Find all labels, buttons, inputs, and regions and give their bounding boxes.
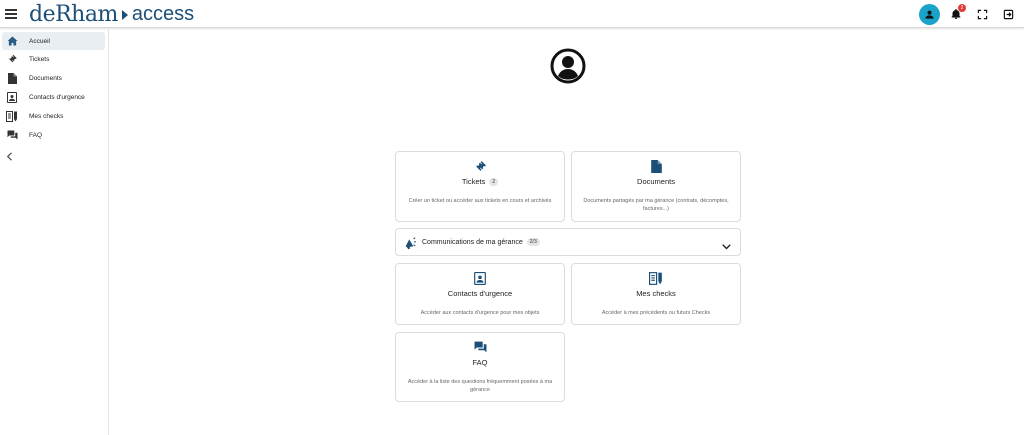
home-icon [5,35,19,47]
communications-label: Communications de ma gérance 2/3 [422,238,540,246]
profile-avatar-icon[interactable] [550,48,586,84]
sidebar-item-label: FAQ [29,131,43,139]
faq-card[interactable]: FAQ Accéder à la liste des questions fré… [395,332,565,402]
chat-bubbles-icon [5,129,19,141]
card-title-text: Contacts d'urgence [447,289,513,298]
checks-card-description: Accéder à mes précédents ou futurs Check… [601,310,711,316]
logo-brand: deRham [29,1,118,27]
menu-icon[interactable] [5,7,17,21]
checks-card-title: Mes checks [572,289,740,298]
user-icon [925,10,934,19]
communications-title: Communications de ma gérance [422,238,523,246]
top-actions: 2 [919,3,1018,25]
sidebar-item-label: Mes checks [29,112,64,120]
sidebar-item-label: Tickets [29,55,50,63]
contacts-urgence-card[interactable]: Contacts d'urgence Accéder aux contacts … [395,263,565,325]
faq-card-description: Accéder à la liste des questions fréquem… [407,379,553,393]
top-bar: deRham access 2 [0,0,1024,28]
fullscreen-button[interactable] [972,4,992,24]
chevron-down-icon[interactable] [722,238,732,250]
card-title-text: Mes checks [636,289,676,298]
sidebar-item-tickets[interactable]: Tickets [2,50,105,68]
mes-checks-card[interactable]: Mes checks Accéder à mes précédents ou f… [571,263,741,325]
sidebar-item-label: Contacts d'urgence [29,93,85,101]
communications-count-badge: 2/3 [526,238,540,246]
contacts-card-title: Contacts d'urgence [396,289,564,298]
documents-card-description: Documents partagés par ma gérance (contr… [583,198,729,212]
tickets-card[interactable]: Tickets 2 Créer un ticket ou accéder aux… [395,151,565,222]
sidebar-item-label: Documents [29,74,62,82]
logo-arrow-icon [121,10,128,20]
sidebar-item-label: Accueil [29,37,50,45]
user-avatar-button[interactable] [919,3,940,25]
megaphone-icon [403,236,417,250]
checklist-icon [572,272,740,285]
chevron-left-icon [6,152,12,161]
logout-icon [1003,9,1013,19]
sidebar-item-contacts-urgence[interactable]: Contacts d'urgence [2,88,105,106]
communications-accordion[interactable]: Communications de ma gérance 2/3 [395,228,741,256]
logo-product: access [131,2,195,25]
card-title-text: Tickets [461,177,486,186]
card-title-text: Documents [637,177,675,186]
document-icon [572,160,740,173]
ticket-icon [396,160,564,173]
notifications-button[interactable]: 2 [946,4,966,24]
logout-button[interactable] [998,4,1018,24]
sidebar: Accueil Tickets Documents Contacts d'urg… [0,29,109,435]
ticket-icon [5,53,19,65]
faq-card-title: FAQ [396,358,564,367]
tickets-count-badge: 2 [489,177,499,186]
sidebar-item-documents[interactable]: Documents [2,69,105,87]
card-title-text: FAQ [472,358,488,367]
contact-card-icon [396,272,564,285]
collapse-sidebar-button[interactable] [6,148,16,161]
contacts-card-description: Accéder aux contacts d'urgence pour mes … [420,310,540,316]
sidebar-item-faq[interactable]: FAQ [2,126,105,144]
documents-card[interactable]: Documents Documents partagés par ma géra… [571,151,741,222]
contact-card-icon [5,91,19,103]
checklist-icon [5,110,19,122]
tickets-card-description: Créer un ticket ou accéder aux tickets e… [408,198,552,204]
chat-bubbles-icon [396,341,564,353]
app-logo[interactable]: deRham access [29,1,194,27]
sidebar-item-mes-checks[interactable]: Mes checks [2,107,105,125]
sidebar-item-accueil[interactable]: Accueil [2,32,105,50]
document-icon [5,72,19,84]
fullscreen-icon [977,9,987,19]
notification-badge: 2 [958,4,966,12]
documents-card-title: Documents [572,177,740,186]
tickets-card-title: Tickets 2 [396,177,564,186]
